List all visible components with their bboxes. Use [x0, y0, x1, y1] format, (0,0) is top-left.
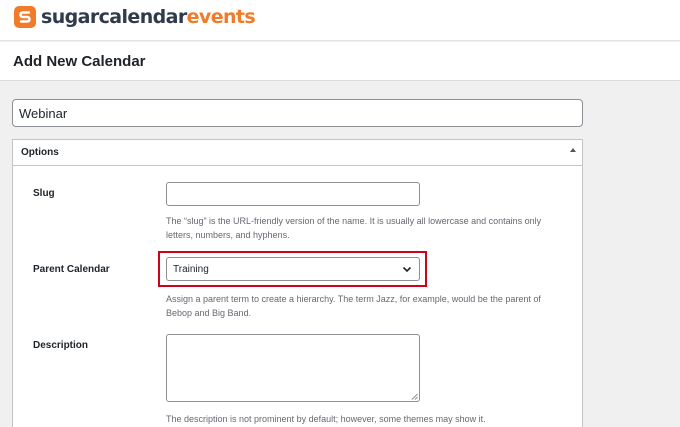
- brand-logo[interactable]: sugarcalendarevents: [13, 5, 256, 29]
- slug-help-text: The “slug” is the URL-friendly version o…: [166, 216, 542, 240]
- parent-calendar-selected-value: Training: [173, 264, 209, 275]
- resize-grip-icon[interactable]: [411, 393, 418, 400]
- title-bar: Add New Calendar: [0, 42, 680, 81]
- options-panel-header[interactable]: Options: [13, 140, 582, 166]
- sugar-calendar-logo-icon: [14, 6, 36, 28]
- description-help-text: The description is not prominent by defa…: [166, 414, 486, 424]
- slug-label: Slug: [33, 188, 55, 199]
- brand-wordmark: sugarcalendarevents: [41, 6, 256, 28]
- parent-calendar-label: Parent Calendar: [33, 264, 110, 275]
- options-panel-title: Options: [21, 147, 59, 158]
- top-bar: sugarcalendarevents: [0, 0, 680, 41]
- slug-input[interactable]: [166, 182, 420, 206]
- description-label: Description: [33, 340, 89, 351]
- page-title: Add New Calendar: [13, 53, 146, 70]
- triangle-up-icon[interactable]: [570, 148, 576, 152]
- chevron-down-icon: [402, 266, 412, 273]
- calendar-name-input[interactable]: [12, 99, 583, 127]
- parent-calendar-help-text: Assign a parent term to create a hierarc…: [166, 294, 541, 318]
- parent-calendar-select[interactable]: Training: [166, 257, 420, 281]
- options-panel: Options Slug The “slug” is the URL-frien…: [12, 139, 583, 427]
- description-textarea[interactable]: [166, 334, 420, 402]
